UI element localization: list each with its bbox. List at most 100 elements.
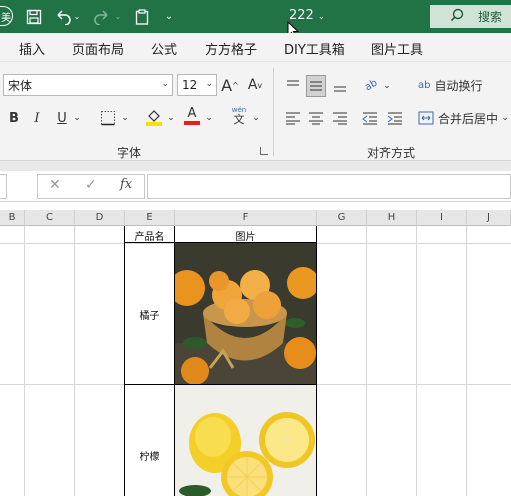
save-icon[interactable] — [24, 7, 44, 26]
borders-button[interactable] — [98, 108, 118, 128]
font-dialog-launcher-icon[interactable] — [260, 147, 268, 155]
chevron-down-icon: ⌄ — [161, 79, 169, 89]
chevron-down-icon: ⌄ — [205, 79, 213, 89]
decrease-indent-button[interactable] — [360, 108, 380, 128]
gridline — [366, 226, 367, 496]
name-box[interactable] — [0, 174, 7, 199]
align-center-button[interactable] — [306, 108, 326, 128]
fill-color-button[interactable] — [144, 107, 164, 127]
font-color-icon: A — [187, 106, 197, 121]
tab-fangfang-grid[interactable]: 方方格子 — [205, 39, 257, 58]
align-middle-button[interactable] — [306, 75, 326, 97]
align-right-button[interactable] — [330, 108, 350, 128]
mandarin-image[interactable] — [175, 243, 316, 384]
search-box[interactable]: 搜索 — [430, 5, 511, 28]
align-bottom-button[interactable] — [330, 76, 350, 96]
increase-indent-icon — [387, 112, 402, 125]
bold-button[interactable]: B — [5, 108, 23, 128]
phonetic-dropdown-icon[interactable]: ⌄ — [251, 108, 261, 128]
ribbon-separator — [273, 68, 274, 156]
orientation-dropdown-icon[interactable]: ⌄ — [382, 76, 392, 96]
redo-dropdown-icon: ⌄ — [114, 12, 122, 21]
merge-dropdown-icon[interactable]: ⌄ — [500, 108, 510, 128]
ribbon-tabs: 插入 页面布局 公式 方方格子 DIY工具箱 图片工具 — [0, 33, 511, 62]
align-middle-icon — [310, 81, 322, 91]
merge-center-button[interactable]: 合并后居中 — [418, 108, 498, 128]
redo-icon — [92, 7, 112, 26]
grow-font-button[interactable]: A ^ — [220, 75, 240, 95]
phonetic-guide-button[interactable]: wén 文 — [230, 106, 248, 126]
font-group-label: 字体 — [117, 146, 142, 160]
enter-icon[interactable]: ✓ — [85, 177, 97, 193]
wrap-text-icon: ab — [418, 79, 431, 91]
tab-page-layout[interactable]: 页面布局 — [72, 39, 124, 58]
tab-insert[interactable]: 插入 — [19, 39, 45, 58]
align-left-icon — [286, 112, 300, 125]
column-header-j[interactable]: J — [467, 210, 511, 226]
font-color-button[interactable]: A — [182, 106, 202, 126]
merge-center-label: 合并后居中 — [438, 111, 499, 126]
shrink-font-icon: A — [247, 77, 258, 93]
gridline — [416, 226, 417, 496]
orientation-button[interactable]: ab — [358, 72, 384, 98]
customize-toolbar-icon[interactable]: ⌄ — [163, 7, 175, 26]
font-name-value: 宋体 — [8, 78, 33, 93]
product-name-cell[interactable]: 柠檬 — [125, 448, 174, 463]
column-header-d[interactable]: D — [75, 210, 125, 226]
undo-dropdown-icon[interactable]: ⌄ — [72, 7, 82, 26]
gridline — [24, 226, 25, 496]
header-product-name[interactable]: 产品名 — [125, 228, 174, 243]
ribbon-panel: 宋体 ⌄ 12 ⌄ A ^ Av B I U ⌄ ⌄ ⌄ A ⌄ wén 文 ⌄ … — [0, 62, 511, 161]
undo-icon[interactable] — [53, 7, 73, 26]
gridline — [74, 226, 75, 496]
formula-input[interactable] — [147, 174, 511, 199]
grow-font-icon: A — [221, 75, 233, 95]
cancel-icon[interactable]: ✕ — [49, 177, 61, 193]
column-header-b[interactable]: B — [0, 210, 25, 226]
align-center-icon — [309, 112, 323, 125]
formula-buttons: ✕ ✓ fx — [37, 174, 145, 199]
font-name-select[interactable]: 宋体 ⌄ — [3, 74, 173, 96]
ribbon-gap — [0, 161, 511, 171]
shrink-font-button[interactable]: Av — [245, 75, 265, 95]
font-size-select[interactable]: 12 ⌄ — [177, 74, 217, 96]
tab-picture-tools[interactable]: 图片工具 — [371, 39, 423, 58]
align-left-button[interactable] — [283, 108, 303, 128]
product-name-cell[interactable]: 橘子 — [125, 307, 174, 322]
tab-diy-toolbox[interactable]: DIY工具箱 — [284, 39, 345, 58]
tab-formulas[interactable]: 公式 — [151, 39, 177, 58]
app-badge: 美 — [0, 6, 13, 26]
clipboard-icon[interactable] — [133, 7, 151, 26]
header-image[interactable]: 图片 — [175, 228, 316, 243]
search-icon — [450, 8, 466, 25]
wrap-text-button[interactable]: ab 自动换行 — [418, 75, 488, 95]
formula-bar: ✕ ✓ fx — [0, 171, 511, 202]
underline-button[interactable]: U — [54, 108, 70, 128]
title-bar: 美 ⌄ ⌄ ⌄ 222 ⌄ 搜索 — [0, 0, 511, 33]
borders-dropdown-icon[interactable]: ⌄ — [120, 108, 130, 128]
column-header-h[interactable]: H — [367, 210, 417, 226]
lemon-image[interactable] — [175, 385, 316, 496]
column-header-i[interactable]: I — [417, 210, 467, 226]
column-header-e[interactable]: E — [125, 210, 175, 226]
worksheet-grid[interactable]: B C D E F G H I J 产品名 图片 橘子 柠檬 — [0, 202, 511, 496]
title-chevron-icon: ⌄ — [317, 12, 325, 21]
align-top-button[interactable] — [283, 76, 303, 96]
gridline — [466, 226, 467, 496]
wrap-text-label: 自动换行 — [434, 78, 483, 93]
table-border — [316, 226, 317, 496]
paint-bucket-icon — [146, 110, 162, 126]
column-header-f[interactable]: F — [175, 210, 317, 226]
fill-color-dropdown-icon[interactable]: ⌄ — [166, 108, 176, 128]
font-color-dropdown-icon[interactable]: ⌄ — [204, 108, 214, 128]
column-header-g[interactable]: G — [317, 210, 367, 226]
insert-function-icon[interactable]: fx — [120, 177, 132, 192]
underline-dropdown-icon[interactable]: ⌄ — [72, 108, 82, 128]
increase-indent-button[interactable] — [385, 108, 405, 128]
align-right-icon — [333, 112, 347, 125]
italic-button[interactable]: I — [28, 108, 46, 128]
phonetic-char-label: 文 — [233, 113, 245, 126]
column-header-c[interactable]: C — [25, 210, 75, 226]
merge-center-icon — [418, 111, 434, 125]
decrease-indent-icon — [362, 112, 377, 125]
